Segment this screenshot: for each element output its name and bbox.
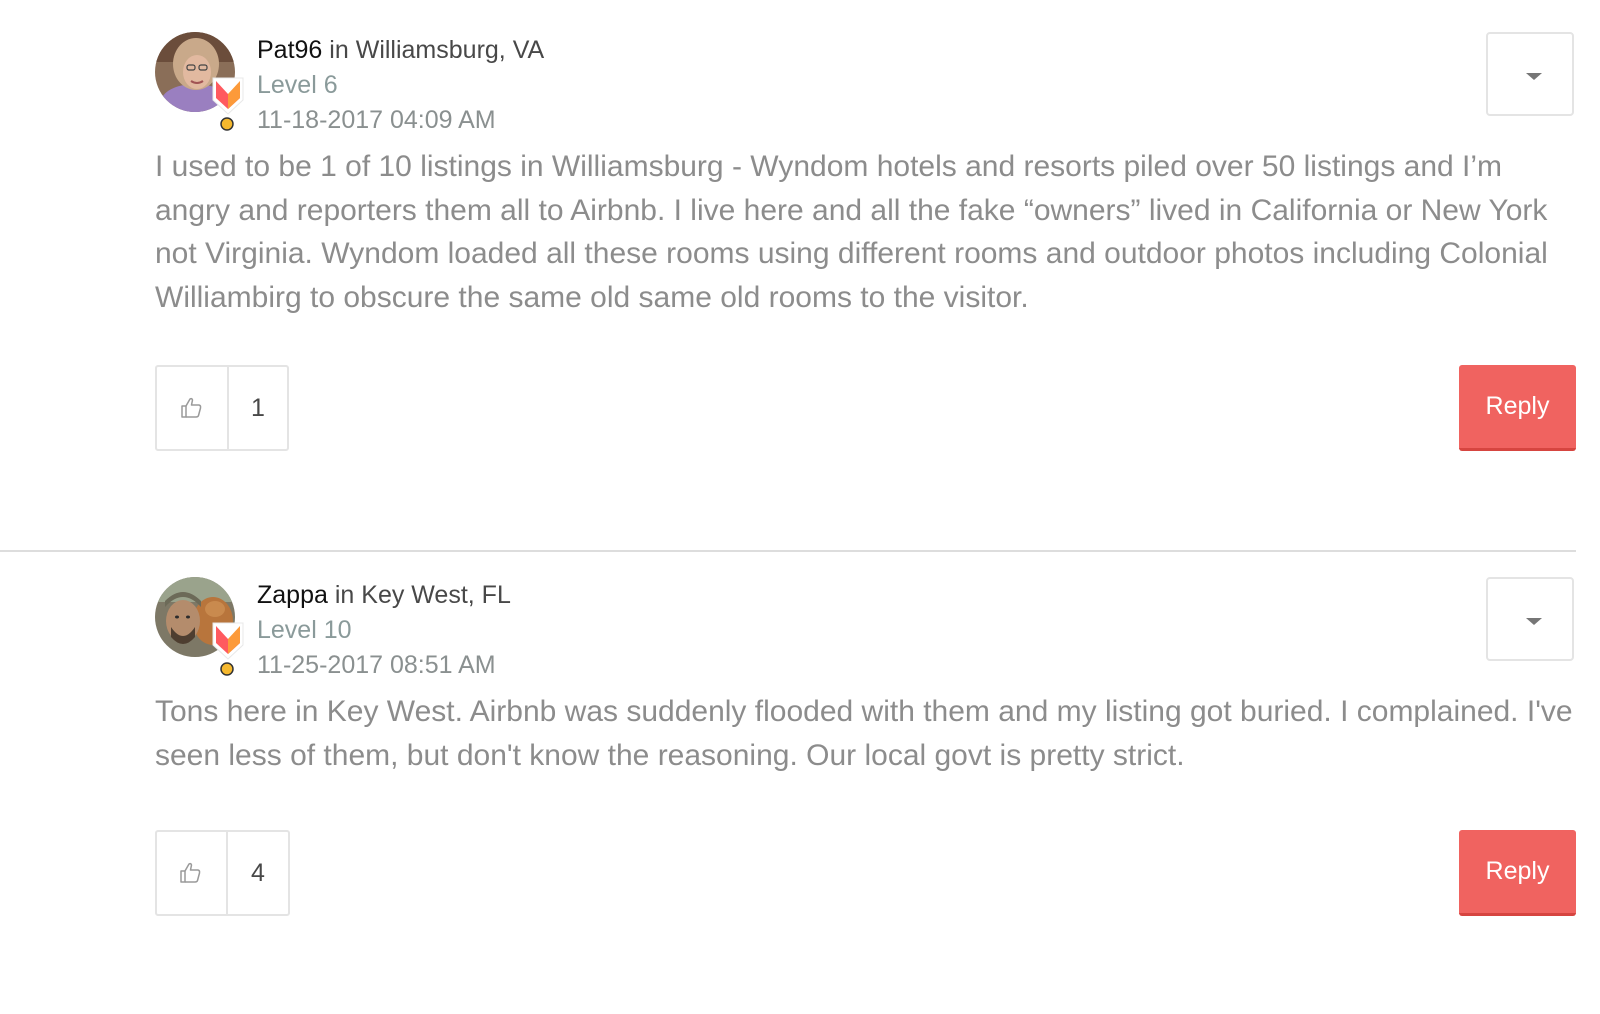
author-in: in (329, 36, 349, 64)
author-avatar-wrap[interactable] (155, 577, 251, 677)
thumbs-up-icon (181, 397, 202, 418)
reply-button[interactable]: Reply (1459, 830, 1576, 916)
reply-button[interactable]: Reply (1459, 365, 1576, 451)
author-location: Key West, FL (361, 581, 511, 609)
options-button[interactable] (1486, 577, 1574, 661)
author-name[interactable]: Zappa (257, 581, 328, 609)
kudos-count: 4 (251, 858, 265, 887)
author-location: Williamsburg, VA (355, 36, 545, 64)
author-name[interactable]: Pat96 (257, 36, 322, 64)
kudos-widget: 1 (155, 365, 289, 451)
rank-badge-icon (212, 622, 244, 660)
post-body: Tons here in Key West. Airbnb was sudden… (155, 695, 1573, 772)
author-level: Level 6 (257, 71, 338, 99)
medal-icon (220, 662, 234, 676)
kudos-button[interactable] (157, 832, 228, 914)
post-date: 11-18-2017 04:09 AM (257, 106, 496, 134)
author-avatar-wrap[interactable] (155, 32, 251, 132)
kudos-count: 1 (251, 393, 265, 422)
author-line: Zappa in Key West, FL (257, 580, 511, 610)
caret-down-icon (1526, 618, 1542, 625)
medal-icon (220, 117, 234, 131)
post-divider (0, 550, 1576, 552)
caret-down-icon (1526, 73, 1542, 80)
thumbs-up-icon (180, 862, 201, 883)
author-level: Level 10 (257, 616, 352, 644)
post-date: 11-25-2017 08:51 AM (257, 651, 496, 679)
author-line: Pat96 in Williamsburg, VA (257, 35, 544, 65)
options-button[interactable] (1486, 32, 1574, 116)
kudos-widget: 4 (155, 830, 290, 916)
rank-badge-icon (212, 77, 244, 115)
post-body: I used to be 1 of 10 listings in William… (155, 150, 1548, 314)
author-in: in (334, 581, 355, 609)
kudos-button[interactable] (157, 367, 229, 449)
